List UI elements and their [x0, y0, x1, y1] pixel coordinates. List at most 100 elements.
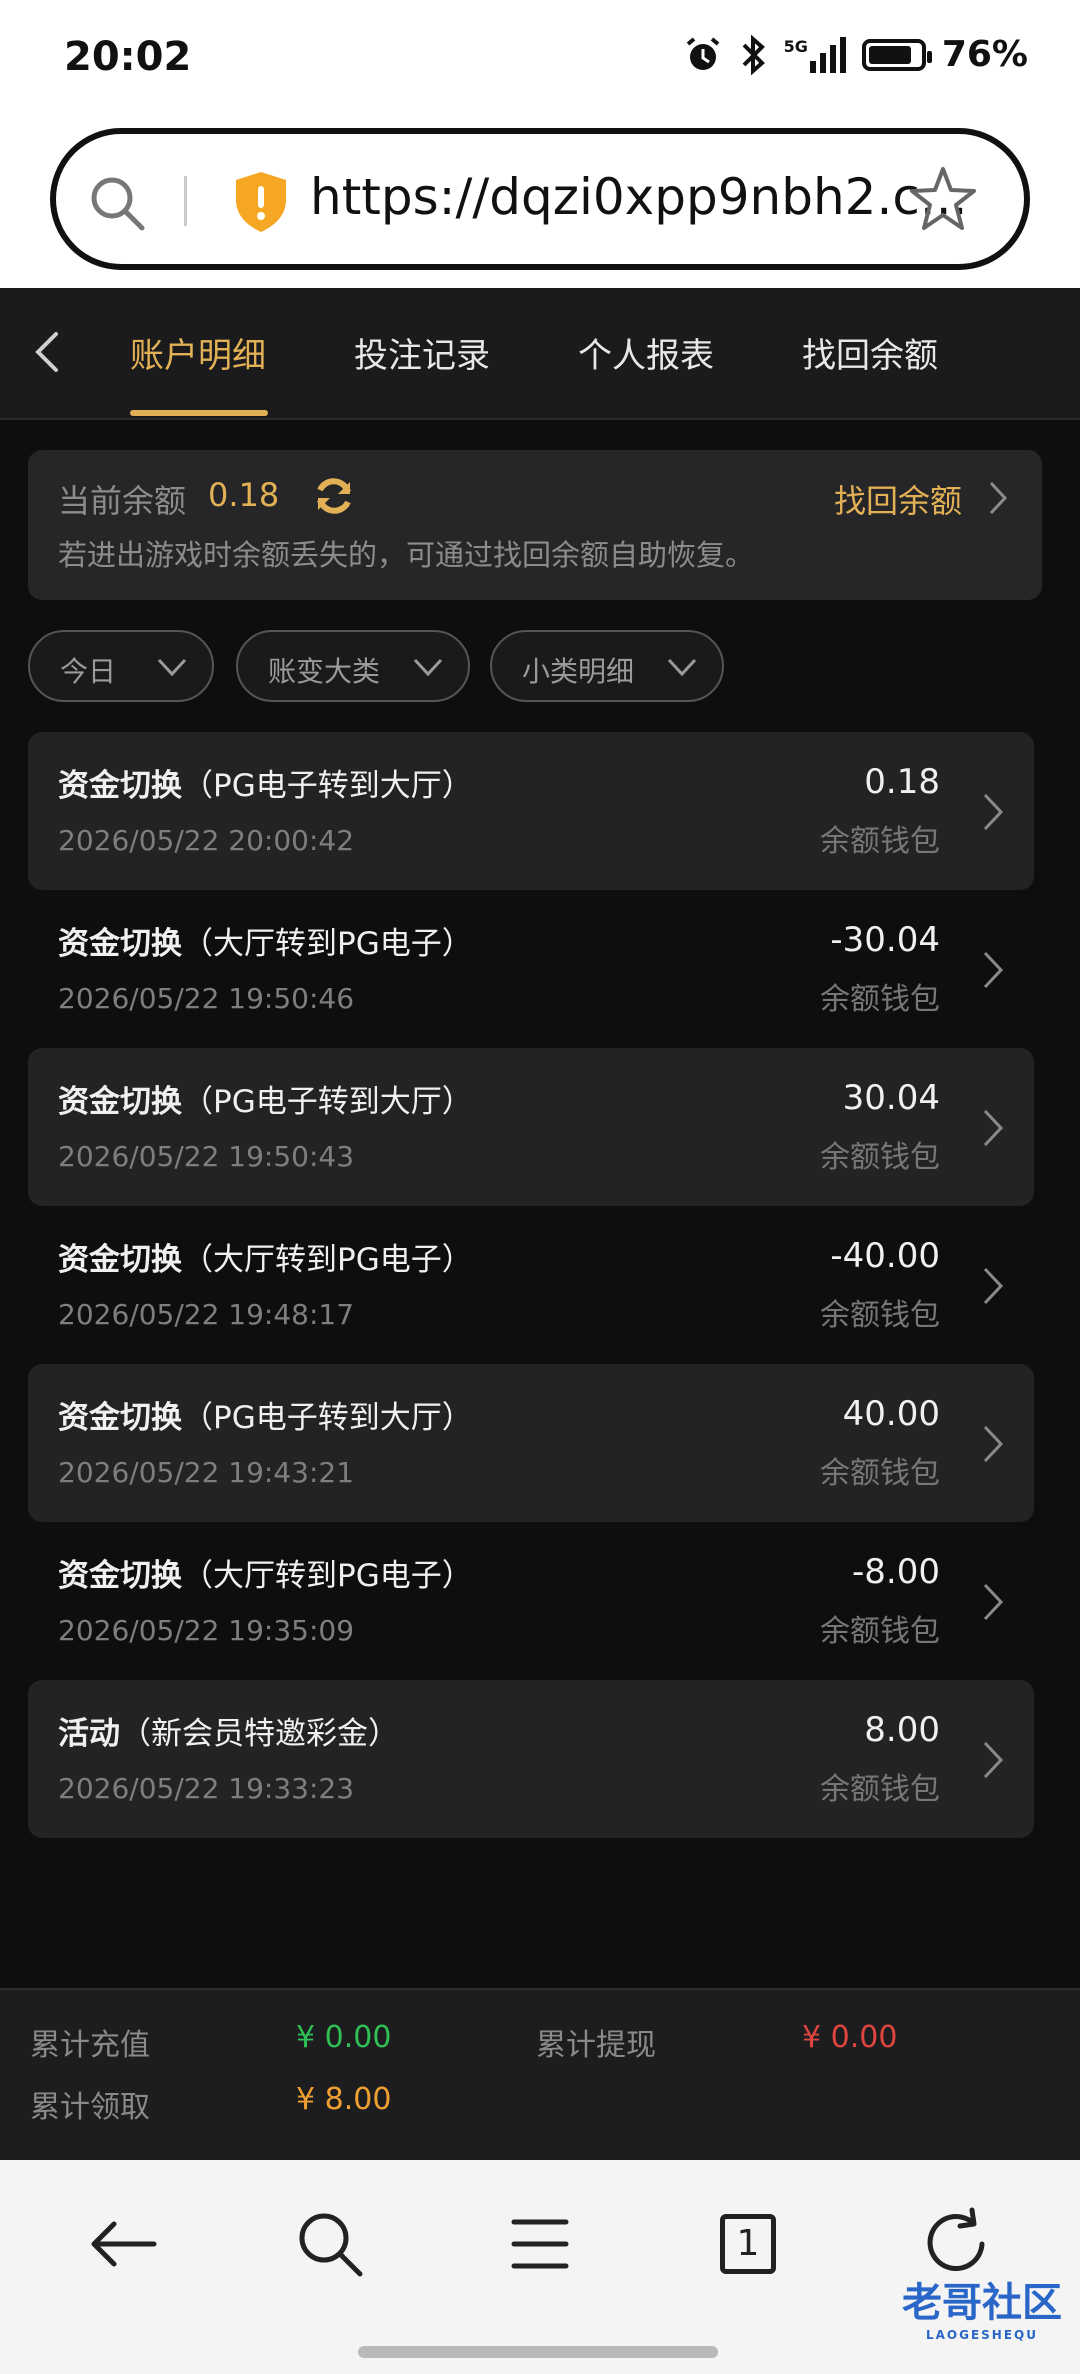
back-icon[interactable] [84, 2204, 164, 2284]
record-detail: （大厅转到PG电子） [182, 1242, 473, 1278]
browser-toolbar: https://dqzi0xpp9nbh2.c... [0, 122, 1080, 288]
chevron-right-icon [983, 1741, 1004, 1779]
url-text[interactable]: https://dqzi0xpp9nbh2.c... [310, 168, 968, 226]
record-time: 2026/05/22 19:35:09 [58, 1614, 355, 1647]
status-icons: 5G 76% [684, 34, 1028, 75]
tab-bet-records[interactable]: 投注记录 [354, 328, 490, 377]
refresh-icon[interactable] [312, 474, 356, 518]
balance-label: 当前余额 [58, 482, 187, 520]
record-item[interactable]: 资金切换（PG电子转到大厅） 2026/05/22 19:50:43 30.04… [28, 1048, 1034, 1206]
battery-icon [861, 38, 932, 71]
record-type: 资金切换 [58, 1558, 182, 1594]
record-time: 2026/05/22 19:50:46 [58, 982, 355, 1015]
record-wallet: 余额钱包 [820, 982, 940, 1017]
record-detail: （PG电子转到大厅） [182, 768, 473, 804]
balance-hint: 若进出游戏时余额丢失的，可通过找回余额自助恢复。 [58, 538, 755, 572]
total-recharge-value: ¥ 0.00 [296, 2020, 392, 2055]
search-icon[interactable] [86, 172, 148, 234]
address-divider [184, 176, 187, 226]
record-wallet: 余额钱包 [820, 1298, 940, 1333]
app-header: 账户明细 投注记录 个人报表 找回余额 [0, 288, 1080, 420]
record-amount: -40.00 [830, 1236, 940, 1276]
battery-percent: 76% [941, 34, 1028, 75]
record-item[interactable]: 资金切换（PG电子转到大厅） 2026/05/22 20:00:42 0.18 … [28, 732, 1034, 890]
chevron-right-icon [983, 1583, 1004, 1621]
address-bar[interactable]: https://dqzi0xpp9nbh2.c... [50, 128, 1030, 270]
network-label: 5G [783, 36, 808, 56]
total-claimed-value: ¥ 8.00 [296, 2082, 392, 2117]
watermark-logo: 老哥社区 LAOGESHEQU [902, 2270, 1062, 2342]
chevron-right-icon [983, 951, 1004, 989]
record-wallet: 余额钱包 [820, 824, 940, 859]
filter-category-label: 账变大类 [268, 655, 381, 688]
total-claimed-label: 累计领取 [30, 2090, 150, 2125]
chevron-right-icon [983, 1267, 1004, 1305]
record-amount: -30.04 [830, 920, 940, 960]
record-amount: 0.18 [864, 762, 940, 802]
record-amount: 8.00 [864, 1710, 940, 1750]
bluetooth-icon [742, 34, 765, 75]
chevron-right-icon[interactable] [988, 480, 1008, 516]
record-item[interactable]: 资金切换（大厅转到PG电子） 2026/05/22 19:50:46 -30.0… [28, 890, 1034, 1048]
alarm-icon [686, 36, 719, 70]
record-wallet: 余额钱包 [820, 1772, 940, 1807]
record-wallet: 余额钱包 [820, 1140, 940, 1175]
watermark-text: 老哥社区 [902, 2280, 1062, 2326]
back-arrow-icon[interactable] [30, 330, 66, 374]
tabs-count: 1 [720, 2214, 776, 2274]
tab-recover-balance[interactable]: 找回余额 [802, 328, 938, 377]
record-detail: （大厅转到PG电子） [182, 1558, 473, 1594]
record-type: 资金切换 [58, 768, 182, 804]
status-time: 20:02 [64, 34, 192, 80]
browser-bottom-nav: 1 老哥社区 LAOGESHEQU [0, 2160, 1080, 2374]
record-type: 资金切换 [58, 1400, 182, 1436]
active-tab-indicator [130, 410, 268, 416]
balance-value: 0.18 [208, 476, 280, 514]
chevron-right-icon [983, 1109, 1004, 1147]
record-amount: -8.00 [852, 1552, 940, 1592]
filter-date[interactable]: 今日 [28, 630, 214, 702]
record-time: 2026/05/22 19:48:17 [58, 1298, 355, 1331]
bookmark-star-icon[interactable] [908, 164, 978, 234]
record-amount: 30.04 [842, 1078, 940, 1118]
chevron-down-icon [157, 658, 187, 677]
record-wallet: 余额钱包 [820, 1614, 940, 1649]
home-indicator[interactable] [358, 2346, 718, 2358]
record-item[interactable]: 资金切换（大厅转到PG电子） 2026/05/22 19:35:09 -8.00… [28, 1522, 1034, 1680]
record-detail: （PG电子转到大厅） [182, 1084, 473, 1120]
chevron-right-icon [983, 1425, 1004, 1463]
status-bar: 20:02 5G 76% [0, 0, 1080, 122]
menu-icon[interactable] [500, 2204, 580, 2284]
security-warning-icon[interactable] [232, 170, 290, 234]
record-type: 活动 [58, 1716, 120, 1752]
balance-card: 当前余额 0.18 找回余额 若进出游戏时余额丢失的，可通过找回余额自助恢复。 [28, 450, 1042, 600]
search-icon[interactable] [290, 2204, 370, 2284]
filter-subcategory-label: 小类明细 [522, 655, 635, 688]
record-time: 2026/05/22 19:50:43 [58, 1140, 355, 1173]
totals-footer: 累计充值 ¥ 0.00 累计提现 ¥ 0.00 累计领取 ¥ 8.00 [0, 1988, 1080, 2160]
record-item[interactable]: 活动（新会员特邀彩金） 2026/05/22 19:33:23 8.00 余额钱… [28, 1680, 1034, 1838]
record-time: 2026/05/22 19:43:21 [58, 1456, 355, 1489]
filter-subcategory[interactable]: 小类明细 [490, 630, 724, 702]
record-type: 资金切换 [58, 1242, 182, 1278]
record-item[interactable]: 资金切换（大厅转到PG电子） 2026/05/22 19:48:17 -40.0… [28, 1206, 1034, 1364]
record-detail: （大厅转到PG电子） [182, 926, 473, 962]
record-type: 资金切换 [58, 1084, 182, 1120]
record-wallet: 余额钱包 [820, 1456, 940, 1491]
tab-account-details[interactable]: 账户明细 [130, 328, 266, 377]
record-detail: （新会员特邀彩金） [120, 1716, 399, 1752]
record-time: 2026/05/22 19:33:23 [58, 1772, 355, 1805]
recover-balance-link[interactable]: 找回余额 [834, 476, 962, 522]
record-item[interactable]: 资金切换（PG电子转到大厅） 2026/05/22 19:43:21 40.00… [28, 1364, 1034, 1522]
filter-category[interactable]: 账变大类 [236, 630, 470, 702]
tabs-button[interactable]: 1 [708, 2204, 788, 2284]
record-time: 2026/05/22 20:00:42 [58, 824, 355, 857]
tab-personal-report[interactable]: 个人报表 [578, 328, 714, 377]
chevron-down-icon [667, 658, 697, 677]
record-type: 资金切换 [58, 926, 182, 962]
total-withdraw-label: 累计提现 [536, 2028, 656, 2063]
record-detail: （PG电子转到大厅） [182, 1400, 473, 1436]
total-withdraw-value: ¥ 0.00 [802, 2020, 898, 2055]
watermark-subtext: LAOGESHEQU [925, 2328, 1038, 2342]
total-recharge-label: 累计充值 [30, 2028, 150, 2063]
